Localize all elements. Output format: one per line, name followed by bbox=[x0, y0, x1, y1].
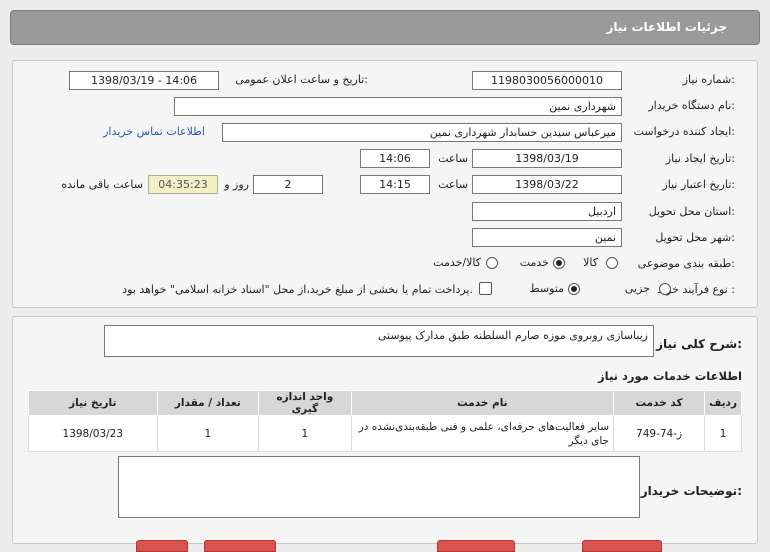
category-option-goods-service: کالا/خدمت bbox=[433, 256, 481, 269]
treasury-checkbox[interactable] bbox=[479, 282, 492, 295]
city-label: شهر محل تحویل: bbox=[655, 231, 735, 244]
action-button-mid-right[interactable] bbox=[437, 540, 515, 552]
category-option-goods: کالا bbox=[583, 256, 598, 269]
cell-qty: 1 bbox=[156, 415, 260, 452]
created-time-field[interactable]: 14:06 bbox=[360, 149, 430, 168]
process-option-medium: متوسط bbox=[529, 282, 564, 295]
page-title: جزئیات اطلاعات نیاز bbox=[606, 20, 727, 34]
process-option-minor: جزیی bbox=[624, 282, 650, 295]
buyer-org-label: نام دستگاه خریدار: bbox=[648, 99, 735, 112]
cell-unit: 1 bbox=[258, 415, 352, 452]
validity-date-label: تاریخ اعتبار نیاز: bbox=[662, 178, 735, 191]
category-option-service: خدمت bbox=[519, 256, 549, 269]
services-table: ردیف کد خدمت نام خدمت واحد اندازه گیری ت… bbox=[28, 390, 742, 452]
cell-name: سایر فعالیت‌های حرفه‌ای، علمی و فنی طبقه… bbox=[350, 415, 615, 452]
services-title: اطلاعات خدمات مورد نیاز bbox=[598, 369, 742, 383]
buyer-contact-link[interactable]: اطلاعات تماس خریدار bbox=[103, 125, 205, 138]
province-field[interactable]: اردبیل bbox=[472, 202, 622, 221]
remaining-days-field[interactable]: 2 bbox=[253, 175, 323, 194]
action-button-left[interactable] bbox=[136, 540, 188, 552]
col-date: تاریخ نیاز bbox=[28, 390, 158, 416]
announce-label: تاریخ و ساعت اعلان عمومی: bbox=[235, 73, 368, 86]
treasury-text: پرداخت تمام یا بخشی از مبلغ خرید،از محل … bbox=[122, 283, 473, 296]
category-radio-goods[interactable] bbox=[606, 257, 618, 269]
cell-row: 1 bbox=[704, 415, 742, 452]
summary-label: شرح کلی نیاز: bbox=[656, 337, 742, 351]
category-radio-goods-service[interactable] bbox=[486, 257, 498, 269]
created-time-label: ساعت bbox=[438, 152, 468, 165]
need-number-field[interactable]: 1198030056000010 bbox=[472, 71, 622, 90]
remaining-time-field: 04:35:23 bbox=[148, 175, 218, 194]
services-header-row: ردیف کد خدمت نام خدمت واحد اندازه گیری ت… bbox=[28, 390, 742, 416]
city-field[interactable]: نمین bbox=[472, 228, 622, 247]
summary-field[interactable]: زیباسازی روبروی موزه صارم السلطنه طبق مد… bbox=[104, 325, 654, 357]
buyer-notes-field[interactable] bbox=[118, 456, 640, 518]
days-label: روز و bbox=[224, 178, 249, 191]
col-code: کد خدمت bbox=[613, 390, 706, 416]
table-row: 1 ز-74-749 سایر فعالیت‌های حرفه‌ای، علمی… bbox=[28, 415, 742, 452]
validity-time-label: ساعت bbox=[438, 178, 468, 191]
page-header: جزئیات اطلاعات نیاز bbox=[10, 10, 760, 45]
col-unit: واحد اندازه گیری bbox=[258, 390, 352, 416]
announce-field[interactable]: 1398/03/19 - 14:06 bbox=[69, 71, 219, 90]
cell-code: ز-74-749 bbox=[613, 415, 706, 452]
buyer-org-field[interactable]: شهرداری نمین bbox=[174, 97, 622, 116]
requester-field[interactable]: میرعباس سیدین حسابدار شهرداری نمین bbox=[222, 123, 622, 142]
validity-time-field[interactable]: 14:15 bbox=[360, 175, 430, 194]
created-date-field[interactable]: 1398/03/19 bbox=[472, 149, 622, 168]
process-radio-minor[interactable] bbox=[659, 283, 671, 295]
requester-label: ایجاد کننده درخواست: bbox=[633, 125, 735, 138]
action-button-right[interactable] bbox=[582, 540, 662, 552]
process-radio-medium[interactable] bbox=[568, 283, 580, 295]
created-date-label: تاریخ ایجاد نیاز: bbox=[665, 152, 735, 165]
col-name: نام خدمت bbox=[350, 390, 615, 416]
validity-date-field[interactable]: 1398/03/22 bbox=[472, 175, 622, 194]
cell-date: 1398/03/23 bbox=[28, 415, 158, 452]
buyer-notes-label: توضیحات خریدار: bbox=[640, 484, 742, 498]
col-qty: تعداد / مقدار bbox=[156, 390, 260, 416]
remaining-time-label: ساعت باقی مانده bbox=[61, 178, 143, 191]
need-number-label: شماره نیاز: bbox=[682, 73, 735, 86]
province-label: استان محل تحویل: bbox=[648, 205, 735, 218]
category-radio-service[interactable] bbox=[553, 257, 565, 269]
category-label: طبقه بندی موضوعی: bbox=[637, 257, 735, 270]
col-row: ردیف bbox=[704, 390, 742, 416]
action-button-mid-left[interactable] bbox=[204, 540, 276, 552]
